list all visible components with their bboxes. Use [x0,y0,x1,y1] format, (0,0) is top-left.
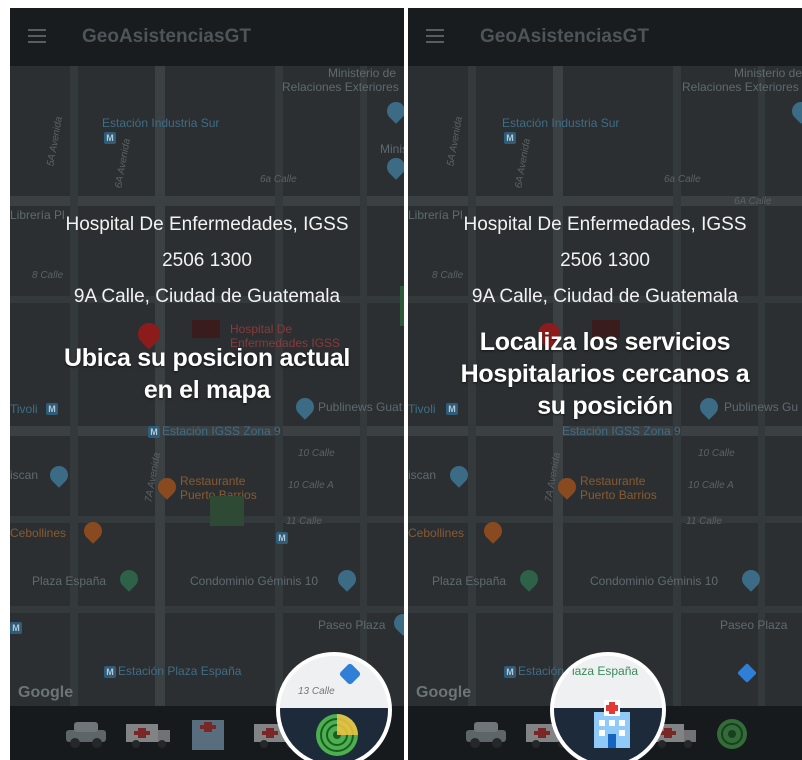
ambulance-icon[interactable] [122,716,174,750]
street-label: 5A Avenida [445,115,465,168]
park-area [210,496,244,526]
hospital-address: 9A Calle, Ciudad de Guatemala [471,286,739,307]
poi-label: Estación Plaza España [118,664,242,678]
poi-label: Restaurante [180,474,246,488]
hospital-address: 9A Calle, Ciudad de Guatemala [73,286,341,307]
hospital-map-icon [192,320,220,338]
screen-panel-1: Ministerio de Relaciones Exteriores Esta… [10,8,404,760]
poi-label: Paseo Plaza [720,618,788,632]
poi-pin-icon [390,610,404,636]
radar-icon [316,714,358,756]
google-logo: Google [416,684,472,701]
metro-icon: M [148,426,160,438]
metro-icon: M [504,132,516,144]
metro-icon: M [276,532,288,544]
poi-label: Restaurante [580,474,646,488]
hospital-name: Hospital De Enfermedades, IGSS [65,214,349,235]
street-label: 6A Avenida [513,137,533,190]
message-line: en el mapa [143,376,271,404]
poi-label: Hospital De [230,322,293,336]
poi-label: Minis [380,142,404,156]
highlight-hospital-button[interactable]: Plaza España [550,652,666,760]
poi-label: Ministerio de [734,66,802,80]
street-label: 6A Avenida [113,137,133,190]
app-bar: GeoAsistenciasGT [10,8,404,66]
poi-label: Plaza España [32,574,107,588]
app-title: GeoAsistenciasGT [480,26,649,47]
poi-label: iscan [10,468,39,482]
street-label: 5A Avenida [45,115,65,168]
screen-panel-2: Ministerio de Relaciones Exteriores Esta… [408,8,802,760]
poi-label: Relaciones Exteriores [682,80,799,94]
park-pin-icon [116,566,142,592]
onboarding-message: Ubica su posicion actual en el mapa [10,342,404,406]
metro-icon: M [10,622,22,634]
poi-label: Cebollines [10,526,67,540]
message-line: su posición [537,392,673,420]
onboarding-message: Localiza los servicios Hospitalarios cer… [408,326,802,422]
street-label: 10 Calle A [688,480,734,491]
hospital-icon [594,700,630,748]
street-label: 11 Calle [286,516,322,527]
hospital-phone: 2506 1300 [162,250,252,271]
taxi-icon[interactable] [460,716,512,750]
menu-icon[interactable] [28,29,46,43]
app-bar: GeoAsistenciasGT [408,8,802,66]
park-pin-icon [516,566,542,592]
app-title: GeoAsistenciasGT [82,26,251,47]
poi-pin-icon [46,462,72,488]
poi-pin-icon [334,566,360,592]
street-label: 11 Calle [686,516,722,527]
poi-label: Cebollines [408,526,465,540]
highlight-radar-button[interactable]: 13 Calle [276,652,392,760]
poi-label: Relaciones Exteriores [282,80,399,94]
poi-label: Ministerio de [328,66,397,80]
poi-pin-icon [383,98,404,124]
poi-label: iscan [408,468,437,482]
radar-icon[interactable] [712,716,752,750]
hospital-icon[interactable] [186,716,230,750]
menu-icon[interactable] [426,29,444,43]
poi-pin-icon [788,98,802,124]
metro-icon: M [104,666,116,678]
street-label: 10 Calle [298,448,335,459]
poi-label: Estación Industria Sur [502,116,620,130]
poi-label: Condominio Géminis 10 [590,574,719,588]
metro-icon: M [104,132,116,144]
street-label: 6a Calle [260,174,297,185]
directions-icon[interactable] [737,663,757,683]
street-label: 6a Calle [664,174,701,185]
message-line: Localiza los servicios [479,328,731,356]
street-label: 6A Calle [734,196,772,207]
poi-label: Condominio Géminis 10 [190,574,319,588]
poi-label: Estación IGSS Zona 9 [562,424,681,438]
hospital-name: Hospital De Enfermedades, IGSS [463,214,747,235]
poi-label: Puerto Barrios [580,488,657,502]
poi-label: Plaza España [432,574,507,588]
street-label: 13 Calle [298,686,335,697]
taxi-icon[interactable] [60,716,112,750]
poi-label: Paseo Plaza [318,618,386,632]
metro-icon: M [504,666,516,678]
message-line: Hospitalarios cercanos a [460,360,750,388]
street-label: 10 Calle A [288,480,334,491]
poi-label: Plaza España [564,664,639,678]
poi-label: Estación IGSS Zona 9 [162,424,281,438]
map-snippet [280,656,388,708]
poi-pin-icon [383,154,404,180]
street-label: 10 Calle [698,448,735,459]
google-logo: Google [18,684,74,701]
hospital-phone: 2506 1300 [560,250,650,271]
message-line: Ubica su posicion actual [64,344,350,372]
poi-label: Estación Industria Sur [102,116,220,130]
